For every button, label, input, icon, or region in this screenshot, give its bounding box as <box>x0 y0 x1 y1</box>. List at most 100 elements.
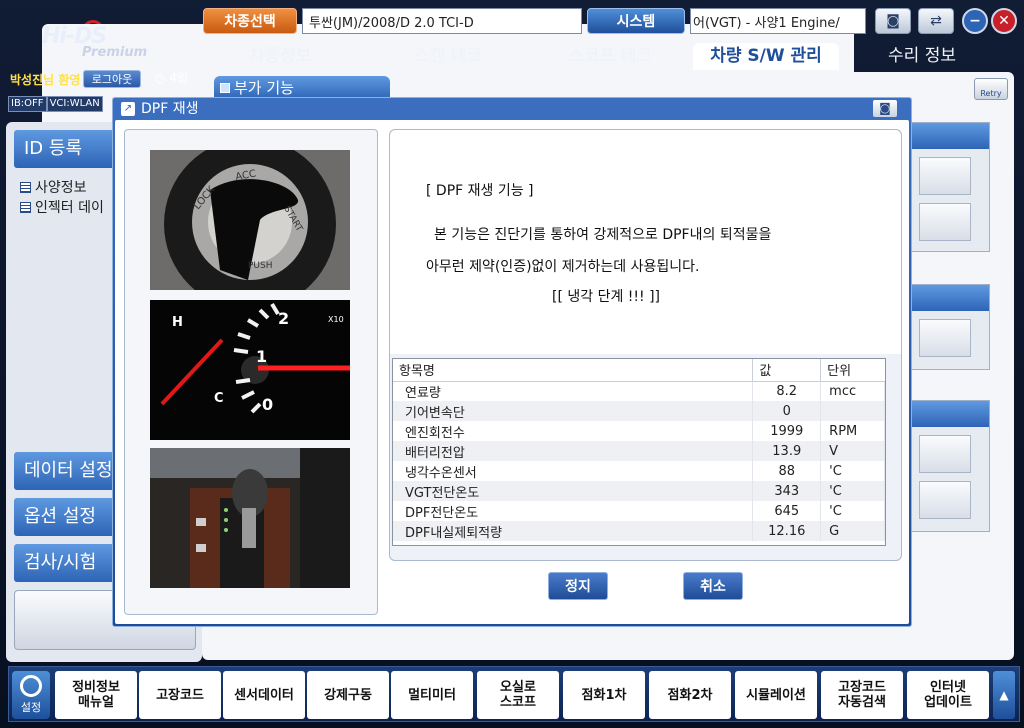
row-value: 1999 <box>752 421 822 441</box>
gauge-photo: H C 2 1 0 X10 <box>150 300 350 440</box>
document-icon <box>20 202 31 213</box>
tree-item-spec[interactable]: 사양정보 <box>20 178 104 198</box>
row-name: 냉각수온센서 <box>393 461 754 481</box>
gauge-x10-label: X10 <box>328 315 344 324</box>
bottom-toolbar: 설정 정비정보 매뉴얼 고장코드 센서데이터 강제구동 멀티미터 오실로 스코프… <box>8 666 1020 722</box>
toolbar-item-oscilloscope[interactable]: 오실로 스코프 <box>477 671 559 719</box>
row-value: 8.2 <box>752 381 822 401</box>
row-name: 배터리전압 <box>393 441 754 461</box>
toolbar-item-dtc-auto[interactable]: 고장코드 자동검색 <box>821 671 903 719</box>
row-name: VGT전단온도 <box>393 481 754 501</box>
ignition-push-text: PUSH <box>248 261 273 271</box>
gear-shifter-photo <box>150 448 350 588</box>
gauge-c-label: C <box>214 391 224 406</box>
right-box[interactable] <box>919 435 971 473</box>
gauge-tick-0: 0 <box>262 395 273 414</box>
info-cooling-step: [[ 냉각 단계 !!! ]] <box>552 289 661 305</box>
document-icon <box>20 182 31 193</box>
dialog-body: LOCK ACC START PUSH H C 2 1 0 X10 [DPF … <box>115 120 909 624</box>
vehicle-field[interactable]: 투싼(JM)/2008/D 2.0 TCI-D <box>302 8 582 34</box>
right-box[interactable] <box>919 319 971 357</box>
tab-vehicle-sw[interactable]: 차량 S/W 관리 <box>693 43 839 70</box>
toolbar-item-simulation[interactable]: 시뮬레이션 <box>735 671 817 719</box>
toolbar-item-ignition1[interactable]: 점화1차 <box>563 671 645 719</box>
table-row: DPF전단온도 645 'C <box>393 501 885 521</box>
clock-icon: ◷ <box>155 71 166 85</box>
table-row: 냉각수온센서 88 'C <box>393 461 885 481</box>
info-panel: [ DPF 재생 기능 ] 본 기능은 진단기를 통하여 강제적으로 DPF내의… <box>389 129 902 561</box>
row-unit: 'C <box>820 501 885 521</box>
logout-button[interactable]: 로그아웃 <box>83 70 141 88</box>
row-unit: 'C <box>820 481 885 501</box>
connection-status: IB:OFF VCI:WLAN <box>8 96 103 112</box>
row-name: 기어변속단 <box>393 401 754 421</box>
column-header-name[interactable]: 항목명 <box>393 359 754 382</box>
dialog-camera-icon[interactable]: ◙ <box>873 100 897 117</box>
tab-scope-tech[interactable]: 스코프 테크 <box>535 43 685 70</box>
toolbar-item-update[interactable]: 인터넷 업데이트 <box>907 671 989 719</box>
column-header-unit[interactable]: 단위 <box>820 359 885 382</box>
tree-item-injector[interactable]: 인젝터 데이 <box>20 198 104 218</box>
tab-scan-tech[interactable]: 스캔 테크 <box>383 43 513 70</box>
toolbar-item-ignition2[interactable]: 점화2차 <box>649 671 731 719</box>
toolbar-item-dtc[interactable]: 고장코드 <box>139 671 221 719</box>
main-nav: 차종정보 스캔 테크 스코프 테크 차량 S/W 관리 수리 정보 <box>215 43 1015 70</box>
row-name: DPF내실제퇴적량 <box>393 521 754 541</box>
row-unit: 'C <box>820 461 885 481</box>
spec-field[interactable]: 어(VGT) - 사양1 Engine/ <box>690 8 866 34</box>
toolbar-item-sensor-data[interactable]: 센서데이터 <box>223 671 305 719</box>
close-button[interactable]: ✕ <box>991 8 1017 34</box>
clock-text: 4일 <box>169 71 188 85</box>
left-tree: 사양정보 인젝터 데이 <box>20 178 104 218</box>
camera-icon[interactable]: ◙ <box>875 8 911 34</box>
row-name: DPF전단온도 <box>393 501 754 521</box>
tab-vehicle-info[interactable]: 차종정보 <box>215 43 345 70</box>
switch-icon[interactable]: ⇄ <box>918 8 954 34</box>
column-header-value[interactable]: 값 <box>752 359 822 382</box>
vci-status: VCI:WLAN <box>46 96 103 112</box>
system-button[interactable]: 시스템 <box>587 8 685 34</box>
table-row: 엔진회전수 1999 RPM <box>393 421 885 441</box>
gauge-tick-2: 2 <box>278 309 289 328</box>
cancel-button[interactable]: 취소 <box>683 572 743 600</box>
chevron-up-icon[interactable]: ▲ <box>993 671 1015 719</box>
right-section-2 <box>910 284 990 370</box>
image-panel: LOCK ACC START PUSH H C 2 1 0 X10 <box>124 129 378 615</box>
info-line-2: 아무런 제약(인증)없이 제거하는데 사용됩니다. <box>426 259 700 275</box>
gauge-tick-1: 1 <box>256 347 267 366</box>
info-heading: [ DPF 재생 기능 ] <box>426 183 534 199</box>
table-row: 배터리전압 13.9 V <box>393 441 885 461</box>
tab-repair-info[interactable]: 수리 정보 <box>865 43 979 70</box>
row-unit <box>820 401 885 421</box>
toolbar-item-actuation[interactable]: 강제구동 <box>307 671 389 719</box>
row-unit: mcc <box>820 381 885 401</box>
right-section-1 <box>910 122 990 252</box>
row-name: 연료량 <box>393 381 754 401</box>
right-box[interactable] <box>919 157 971 195</box>
minimize-button[interactable]: − <box>962 8 988 34</box>
row-name: 엔진회전수 <box>393 421 754 441</box>
right-box[interactable] <box>919 203 971 241</box>
info-line-1: 본 기능은 진단기를 통하여 강제적으로 DPF내의 퇴적물을 <box>434 227 772 243</box>
gauge-h-label: H <box>172 315 183 330</box>
toolbar-item-manual[interactable]: 정비정보 매뉴얼 <box>55 671 137 719</box>
row-unit: RPM <box>820 421 885 441</box>
row-value: 0 <box>752 401 822 421</box>
row-value: 88 <box>752 461 822 481</box>
table-row: 연료량 8.2 mcc <box>393 381 885 401</box>
retry-button[interactable]: Retry <box>974 78 1008 100</box>
toolbar-item-multimeter[interactable]: 멀티미터 <box>391 671 473 719</box>
table-row: 기어변속단 0 <box>393 401 885 421</box>
ignition-photo: LOCK ACC START PUSH <box>150 150 350 290</box>
settings-button[interactable]: 설정 <box>12 671 50 719</box>
user-greeting: 박성진님 환영 <box>10 73 81 87</box>
logo-sub-text: Premium <box>82 45 148 60</box>
vehicle-select-button[interactable]: 차종선택 <box>203 8 297 34</box>
tab-square-icon <box>220 83 230 93</box>
right-box[interactable] <box>919 481 971 519</box>
row-value: 12.16 <box>752 521 822 541</box>
dialog-app-icon: ↗ <box>121 102 135 116</box>
table-row: VGT전단온도 343 'C <box>393 481 885 501</box>
stop-button[interactable]: 정지 <box>548 572 608 600</box>
row-value: 645 <box>752 501 822 521</box>
